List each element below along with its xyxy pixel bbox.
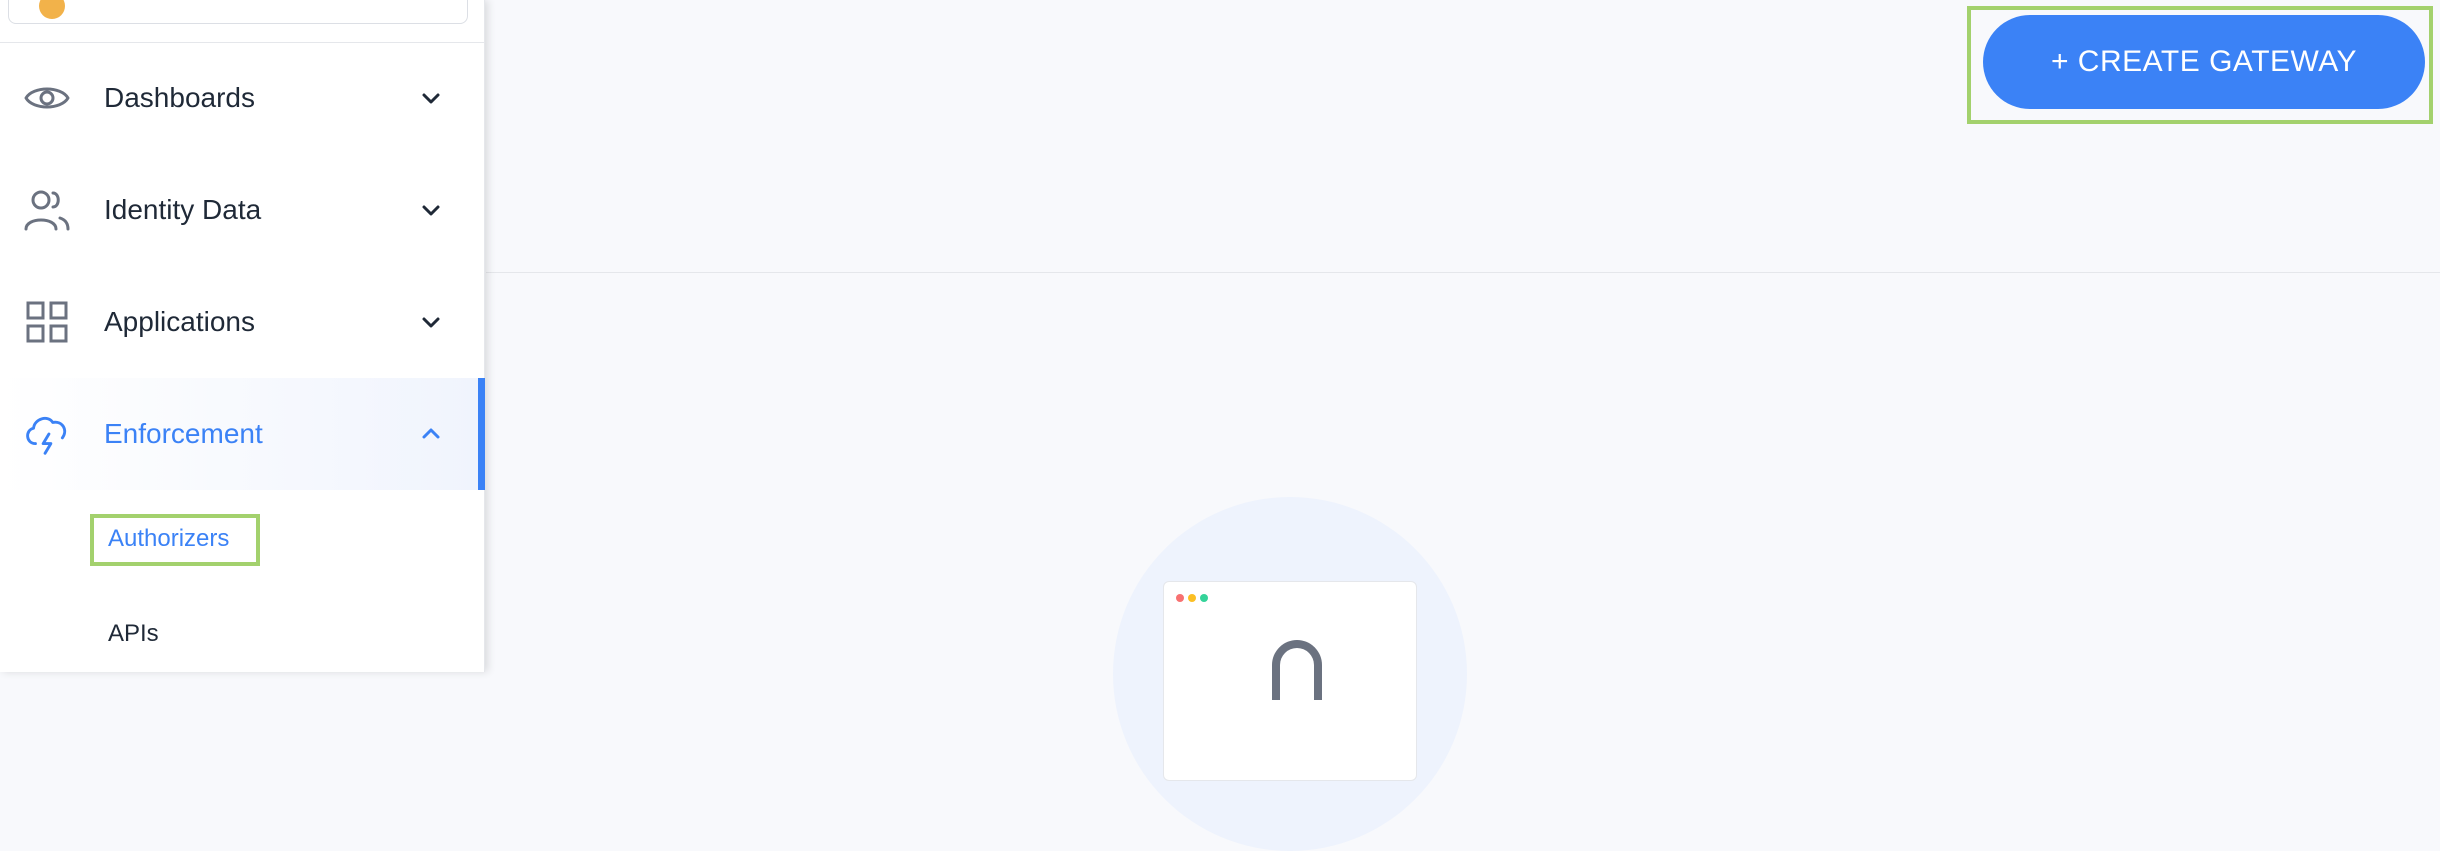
sidebar-item-label: Enforcement <box>104 418 263 449</box>
sidebar-item-dashboards[interactable]: Dashboards <box>0 42 485 154</box>
empty-state-illustration <box>1113 497 1467 851</box>
active-indicator <box>478 378 485 490</box>
org-switcher[interactable] <box>8 0 468 24</box>
lock-icon <box>1272 640 1322 700</box>
org-avatar <box>39 0 65 19</box>
eye-icon <box>22 73 72 123</box>
sidebar-subitem-authorizers[interactable]: Authorizers <box>108 525 229 553</box>
sidebar-item-identity-data[interactable]: Identity Data <box>0 154 485 266</box>
window-dot-yellow <box>1188 594 1196 602</box>
create-gateway-button[interactable]: + CREATE GATEWAY <box>1983 15 2425 109</box>
sidebar-item-label: Applications <box>104 306 255 337</box>
window-dot-green <box>1200 594 1208 602</box>
sidebar: Dashboards Identity Data Applications En… <box>0 0 485 672</box>
mock-window-icon <box>1163 581 1417 781</box>
cloud-lightning-icon <box>22 409 72 459</box>
users-icon <box>22 185 72 235</box>
window-dot-red <box>1176 594 1184 602</box>
sidebar-item-applications[interactable]: Applications <box>0 266 485 378</box>
chevron-down-icon[interactable] <box>414 305 448 339</box>
chevron-up-icon[interactable] <box>414 417 448 451</box>
chevron-down-icon[interactable] <box>414 193 448 227</box>
sidebar-subitem-apis[interactable]: APIs <box>108 620 159 648</box>
main-content: + CREATE GATEWAY <box>486 0 2440 851</box>
header-divider <box>486 272 2440 273</box>
sidebar-item-enforcement[interactable]: Enforcement <box>0 378 485 490</box>
sidebar-item-label: Dashboards <box>104 82 255 113</box>
grid-icon <box>22 297 72 347</box>
chevron-down-icon[interactable] <box>414 81 448 115</box>
sidebar-item-label: Identity Data <box>104 194 262 225</box>
